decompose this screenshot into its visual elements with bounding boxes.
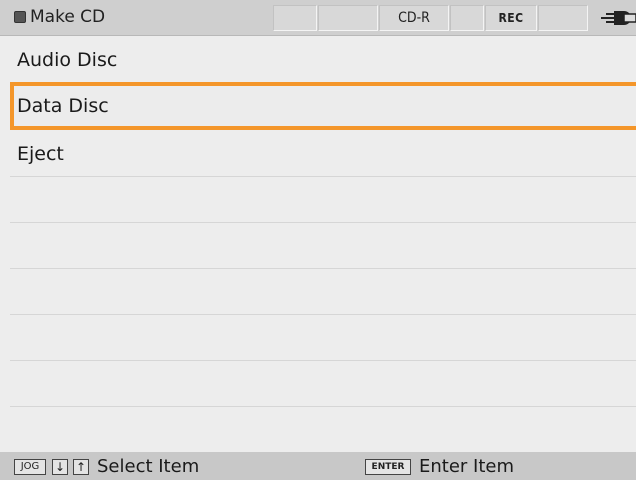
menu-item-data-disc[interactable]: Data Disc [10, 82, 636, 130]
stop-icon [14, 11, 26, 23]
title-bar: Make CD CD-R REC [0, 0, 636, 36]
media-type-indicator: CD-R [379, 5, 449, 31]
empty-row [10, 315, 636, 361]
battery-plug-icon [601, 11, 636, 25]
menu-item-eject[interactable]: Eject [10, 131, 636, 177]
screen-title: Make CD [30, 7, 106, 27]
enter-item-hint: Enter Item [419, 456, 515, 477]
empty-row [10, 361, 636, 407]
empty-row [10, 223, 636, 269]
status-indicator-4 [450, 5, 484, 31]
up-arrow-key-icon: ↑ [73, 459, 89, 475]
empty-row [10, 269, 636, 315]
status-indicator-6 [538, 5, 588, 31]
status-indicator-1 [273, 5, 317, 31]
select-item-hint: Select Item [97, 456, 200, 477]
empty-row [10, 177, 636, 223]
menu-item-audio-disc[interactable]: Audio Disc [10, 37, 636, 83]
rec-indicator: REC [485, 5, 537, 31]
menu-item-label: Eject [17, 143, 64, 165]
jog-key-icon: JOG [14, 459, 46, 475]
help-bar: JOG ↓ ↑ Select Item ENTER Enter Item [0, 452, 636, 480]
empty-row [10, 407, 636, 452]
enter-key-icon: ENTER [365, 459, 411, 475]
menu-item-label: Data Disc [17, 95, 109, 117]
status-indicator-2 [318, 5, 378, 31]
down-arrow-key-icon: ↓ [52, 459, 68, 475]
menu-item-label: Audio Disc [17, 49, 118, 71]
